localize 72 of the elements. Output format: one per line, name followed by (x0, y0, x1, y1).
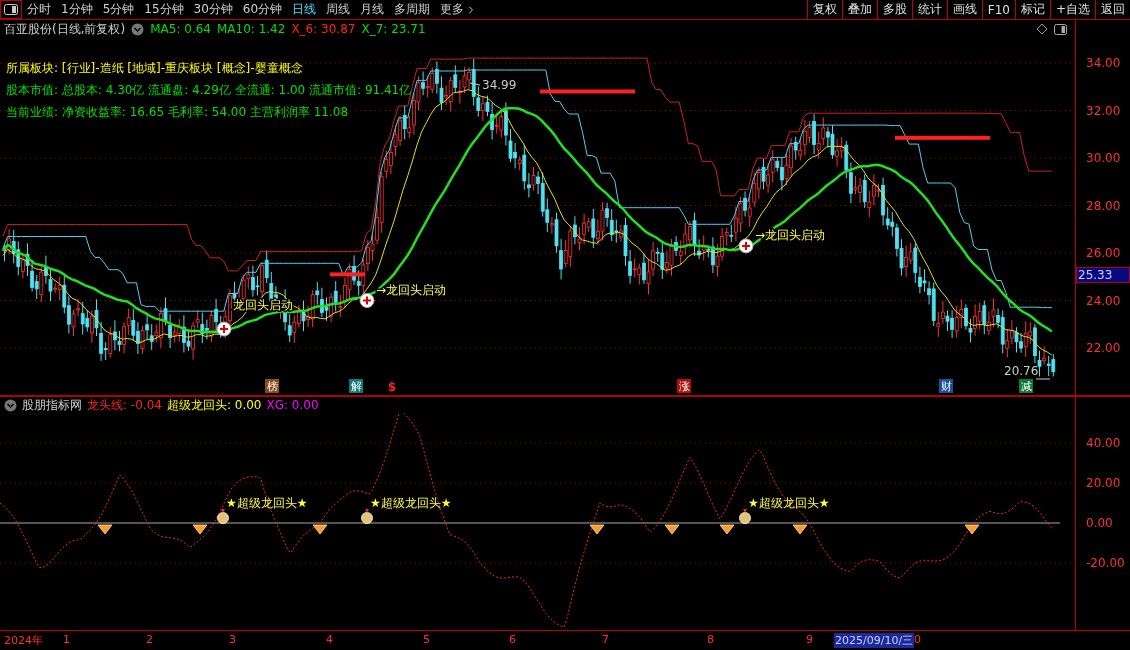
signal-label: →龙回头启动 (376, 282, 447, 297)
legend-value: X_6: 30.87 (291, 22, 356, 36)
time-axis-label: 8 (706, 633, 715, 646)
time-axis-label: 6 (508, 633, 517, 646)
time-axis-label: 4 (325, 633, 334, 646)
price-axis-label: 32.00 (1086, 103, 1121, 118)
high-price-label: 34.99 (469, 78, 517, 92)
indicator-axis-label: -20.00 (1086, 556, 1125, 570)
period-tab[interactable]: 30分钟 (188, 0, 238, 19)
period-tab[interactable]: 周线 (321, 0, 356, 19)
price-axis-label: 26.00 (1086, 246, 1121, 260)
event-tag[interactable]: 解 (349, 379, 363, 393)
period-tab[interactable]: 更多 (435, 0, 483, 19)
signal-label: ★超级龙回头★ (226, 496, 308, 510)
event-tag[interactable]: 减 (1019, 379, 1033, 393)
time-axis-label: 2025/09/10/三 (834, 633, 915, 648)
legend-value: MA10: 1.42 (216, 22, 286, 36)
money-bag-icon (739, 509, 751, 524)
event-tag[interactable]: 涨 (677, 379, 691, 393)
info-line: 股本市值: 总股本: 4.30亿 流通盘: 4.29亿 全流通: 1.00 流通市值: 91.41亿 (6, 82, 412, 99)
event-tag[interactable]: 财 (939, 379, 953, 393)
plus-circle-icon (359, 293, 375, 308)
period-tab[interactable]: 15分钟 (139, 0, 189, 19)
time-axis-label: 2024年 (3, 633, 44, 648)
plus-circle-icon (738, 238, 754, 254)
event-tag[interactable]: 榜 (265, 379, 279, 393)
time-axis-label: 9 (805, 633, 814, 646)
dropdown-icon[interactable] (131, 22, 145, 36)
panel-icon (4, 4, 18, 15)
period-tab[interactable]: 月线 (355, 0, 390, 19)
time-axis-label: 2 (145, 633, 154, 646)
time-axis-label: 3 (228, 633, 237, 646)
period-tab[interactable]: 60分钟 (237, 0, 288, 19)
dropdown-icon[interactable] (4, 398, 17, 412)
time-axis-label: 1 (62, 633, 71, 646)
price-axis-label: 24.00 (1086, 293, 1121, 308)
info-line: 当前业绩: 净资收益率: 16.65 毛利率: 54.00 主营利润率 11.08 (6, 104, 350, 121)
price-axis-label: 22.00 (1086, 341, 1121, 355)
signal-label: ★超级龙回头★ (748, 496, 830, 510)
indicator-axis-label: 0.00 (1086, 516, 1113, 530)
money-bag-icon (217, 509, 229, 524)
period-tab[interactable]: 1分钟 (56, 0, 98, 19)
indicator-axis-label: 40.00 (1086, 436, 1121, 450)
current-price-tag: 25.33 (1076, 266, 1130, 283)
period-tab[interactable]: 多周期 (389, 0, 436, 19)
signal-label: ★超级龙回头★ (370, 496, 452, 510)
indicator-axis-label: 20.00 (1086, 476, 1121, 490)
period-tab[interactable]: 分时 (22, 0, 56, 19)
time-axis-label: 0 (913, 633, 922, 646)
price-axis-label: 28.00 (1086, 198, 1121, 213)
legend-value: MA5: 0.64 (150, 22, 211, 36)
indicator-value: 龙头线: -0.04 (87, 396, 162, 414)
legend-value: X_7: 23.71 (361, 22, 426, 36)
money-bag-icon (361, 509, 373, 524)
info-line: 所属板块: [行业]-造纸 [地域]-重庆板块 [概念]-婴童概念 (6, 60, 304, 77)
price-axis-label: 34.00 (1086, 56, 1121, 70)
time-axis-label: 5 (422, 633, 431, 646)
indicator-value: 超级龙回头: 0.00 (166, 396, 262, 414)
period-tab[interactable]: 5分钟 (97, 0, 140, 19)
event-mark[interactable]: $ (387, 380, 397, 394)
indicator-title: 股朋指标网 (22, 396, 82, 414)
time-axis-label: 7 (601, 633, 610, 646)
indicator-value: XG: 0.00 (266, 398, 319, 412)
low-price-label: 20.76 (1004, 364, 1051, 380)
level-bar (330, 272, 365, 277)
plus-circle-icon (216, 321, 232, 337)
panel-toggle-button[interactable] (0, 0, 22, 19)
period-tab[interactable]: 日线 (287, 0, 322, 19)
chart-title: 百亚股份(日线,前复权) (4, 20, 126, 38)
signal-label: →龙回头启动 (755, 227, 826, 242)
panel-icon[interactable] (1054, 23, 1067, 35)
price-axis-label: 30.00 (1086, 151, 1121, 165)
